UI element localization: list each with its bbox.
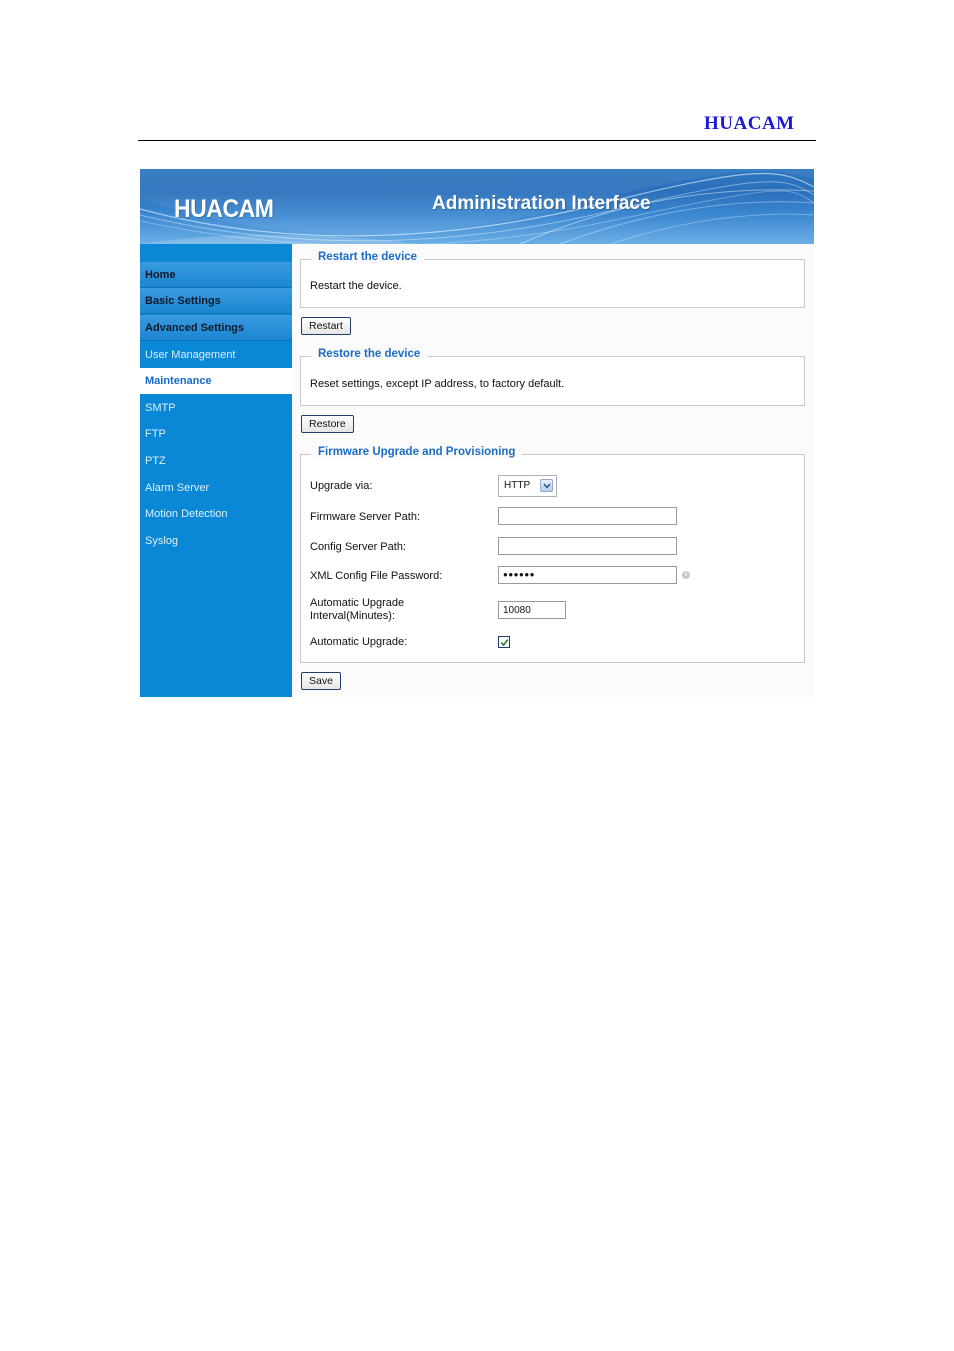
sidebar-item-maintenance[interactable]: Maintenance bbox=[140, 368, 292, 394]
restore-legend: Restore the device bbox=[311, 348, 428, 360]
sidebar-item-smtp[interactable]: SMTP bbox=[140, 395, 292, 421]
sidebar-item-ftp[interactable]: FTP bbox=[140, 421, 292, 447]
firmware-section: Firmware Upgrade and Provisioning Upgrad… bbox=[300, 446, 805, 663]
xml-password-input[interactable]: ●●●●●● bbox=[498, 566, 677, 584]
firmware-path-input[interactable] bbox=[498, 507, 677, 525]
upgrade-via-label: Upgrade via: bbox=[310, 480, 373, 492]
interval-label-line1: Automatic Upgrade bbox=[310, 597, 405, 609]
xml-password-label: XML Config File Password: bbox=[310, 570, 443, 582]
restart-description: Restart the device. bbox=[310, 280, 402, 292]
auto-upgrade-checkbox[interactable] bbox=[498, 636, 510, 648]
sidebar-item-alarm-server[interactable]: Alarm Server bbox=[140, 475, 292, 501]
auto-upgrade-label: Automatic Upgrade: bbox=[310, 636, 408, 648]
restore-button[interactable]: Restore bbox=[301, 415, 354, 433]
restore-description: Reset settings, except IP address, to fa… bbox=[310, 378, 565, 390]
main-content: Restart the device Restart the device. R… bbox=[292, 244, 814, 697]
config-path-label: Config Server Path: bbox=[310, 541, 406, 553]
interval-input[interactable] bbox=[498, 601, 566, 619]
sidebar-item-user-management[interactable]: User Management bbox=[140, 342, 292, 368]
restart-section: Restart the device Restart the device. bbox=[300, 251, 805, 308]
banner: HUACAM Administration Interface bbox=[140, 169, 814, 244]
sidebar-item-syslog[interactable]: Syslog bbox=[140, 528, 292, 554]
document-header-rule bbox=[138, 140, 816, 141]
sidebar-item-ptz[interactable]: PTZ bbox=[140, 448, 292, 474]
upgrade-via-select[interactable]: HTTP bbox=[498, 475, 557, 497]
restore-section: Restore the device Reset settings, excep… bbox=[300, 348, 805, 406]
sidebar-item-advanced-settings[interactable]: Advanced Settings bbox=[140, 315, 292, 341]
interval-label-line2: Interval(Minutes): bbox=[310, 610, 395, 622]
banner-logo: HUACAM bbox=[174, 195, 274, 223]
sidebar: Home Basic Settings Advanced Settings Us… bbox=[140, 244, 292, 697]
banner-title: Administration Interface bbox=[432, 193, 651, 214]
firmware-path-label: Firmware Server Path: bbox=[310, 511, 421, 523]
sidebar-item-basic-settings[interactable]: Basic Settings bbox=[140, 288, 292, 314]
save-button[interactable]: Save bbox=[301, 672, 341, 690]
chevron-down-icon[interactable] bbox=[540, 479, 553, 492]
config-path-input[interactable] bbox=[498, 537, 677, 555]
firmware-legend: Firmware Upgrade and Provisioning bbox=[311, 446, 523, 458]
interval-label: Automatic Upgrade Interval(Minutes): bbox=[310, 597, 404, 623]
upgrade-via-value: HTTP bbox=[504, 480, 531, 491]
document-brand: HUACAM bbox=[704, 113, 795, 134]
restart-legend: Restart the device bbox=[311, 251, 425, 263]
sidebar-item-home[interactable]: Home bbox=[140, 262, 292, 288]
sidebar-item-motion-detection[interactable]: Motion Detection bbox=[140, 501, 292, 527]
restart-button[interactable]: Restart bbox=[301, 317, 351, 335]
checkmark-icon bbox=[500, 639, 509, 647]
admin-app: HUACAM Administration Interface Home Bas… bbox=[140, 169, 814, 697]
info-icon: i bbox=[682, 571, 690, 579]
